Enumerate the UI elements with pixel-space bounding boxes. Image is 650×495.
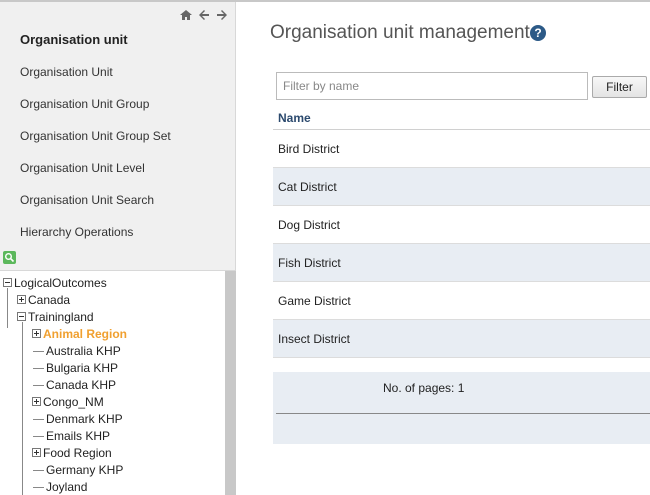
collapse-icon[interactable] — [3, 278, 12, 288]
sidebar-item-organisation-unit-level[interactable]: Organisation Unit Level — [20, 160, 171, 192]
table-row[interactable]: Bird District — [273, 130, 650, 168]
org-unit-table: Name Bird District Cat District Dog Dist… — [273, 106, 650, 358]
tree-search-button[interactable] — [3, 251, 16, 264]
expand-icon[interactable] — [32, 448, 41, 458]
sidebar-item-organisation-unit-group[interactable]: Organisation Unit Group — [20, 96, 171, 128]
search-icon — [5, 253, 15, 263]
tree-node-australia-khp[interactable]: Australia KHP — [3, 343, 223, 360]
page-count: No. of pages: 1 — [383, 381, 465, 395]
tree-node-logicaloutcomes[interactable]: LogicalOutcomes — [3, 275, 223, 292]
arrow-right-icon[interactable] — [215, 8, 229, 22]
tree-node-joyland[interactable]: Joyland — [3, 479, 223, 495]
tree-node-animal-region[interactable]: Animal Region — [3, 326, 223, 343]
tree-scrollbar[interactable] — [225, 271, 236, 495]
filter-button[interactable]: Filter — [592, 76, 647, 98]
expand-icon[interactable] — [17, 295, 26, 305]
org-unit-tree: LogicalOutcomes Canada Trainingland Anim… — [0, 270, 236, 495]
divider — [276, 413, 650, 414]
sidebar-title: Organisation unit — [20, 32, 128, 47]
filter-input[interactable] — [276, 72, 588, 100]
tree-node-canada-khp[interactable]: Canada KHP — [3, 377, 223, 394]
help-icon[interactable]: ? — [530, 25, 546, 41]
sidebar-menu: Organisation Unit Organisation Unit Grou… — [20, 64, 171, 256]
home-icon[interactable] — [179, 8, 193, 22]
tree-node-trainingland[interactable]: Trainingland — [3, 309, 223, 326]
tree-node-emails-khp[interactable]: Emails KHP — [3, 428, 223, 445]
tree-node-germany-khp[interactable]: Germany KHP — [3, 462, 223, 479]
tree-list: LogicalOutcomes Canada Trainingland Anim… — [3, 275, 223, 495]
table-row[interactable]: Insect District — [273, 320, 650, 358]
arrow-left-icon[interactable] — [197, 8, 211, 22]
sidebar-item-hierarchy-operations[interactable]: Hierarchy Operations — [20, 224, 171, 256]
sidebar-item-organisation-unit-search[interactable]: Organisation Unit Search — [20, 192, 171, 224]
sidebar-item-organisation-unit-group-set[interactable]: Organisation Unit Group Set — [20, 128, 171, 160]
expand-icon[interactable] — [32, 329, 41, 339]
expand-icon[interactable] — [32, 397, 41, 407]
tree-node-food-region[interactable]: Food Region — [3, 445, 223, 462]
table-row[interactable]: Fish District — [273, 244, 650, 282]
column-header-name[interactable]: Name — [273, 106, 650, 130]
collapse-icon[interactable] — [17, 312, 26, 322]
sidebar-item-organisation-unit[interactable]: Organisation Unit — [20, 64, 171, 96]
page-title: Organisation unit management — [270, 22, 530, 43]
tree-node-canada[interactable]: Canada — [3, 292, 223, 309]
table-row[interactable]: Game District — [273, 282, 650, 320]
tree-node-bulgaria-khp[interactable]: Bulgaria KHP — [3, 360, 223, 377]
tree-node-denmark-khp[interactable]: Denmark KHP — [3, 411, 223, 428]
table-row[interactable]: Cat District — [273, 168, 650, 206]
table-row[interactable]: Dog District — [273, 206, 650, 244]
sidebar-nav-icons — [179, 8, 229, 22]
sidebar: Organisation unit Organisation Unit Orga… — [0, 2, 236, 495]
tree-node-congo-nm[interactable]: Congo_NM — [3, 394, 223, 411]
pager: No. of pages: 1 — [273, 372, 650, 444]
